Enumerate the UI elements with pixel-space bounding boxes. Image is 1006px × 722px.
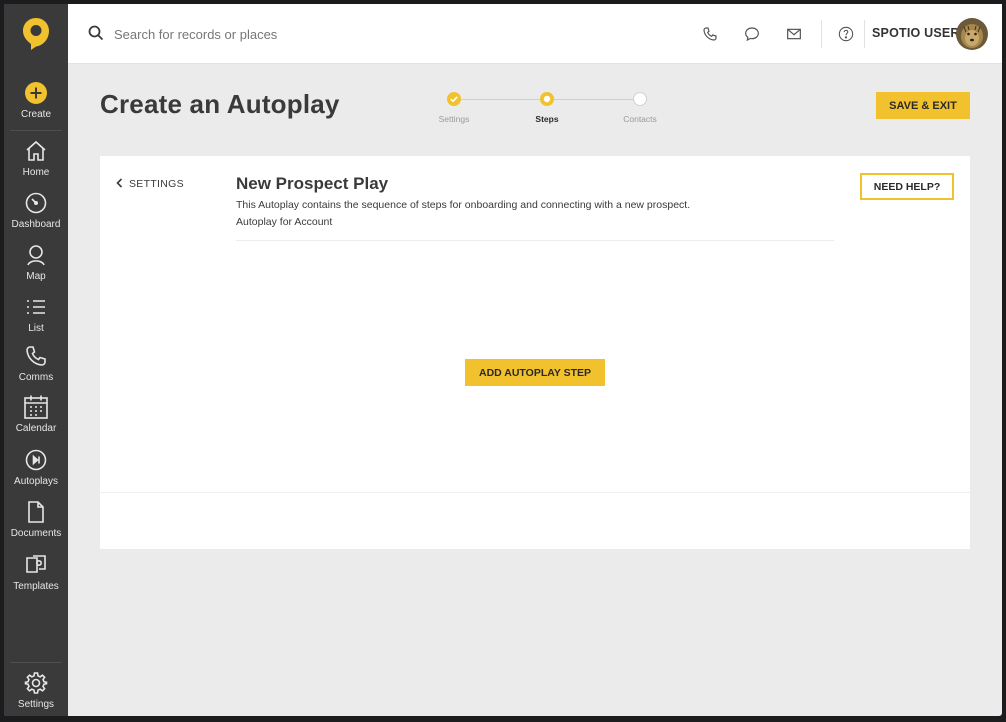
calendar-icon	[23, 394, 49, 420]
autoplay-title: New Prospect Play	[236, 174, 389, 193]
step-complete-check-icon[interactable]	[447, 92, 461, 106]
document-icon	[23, 499, 49, 525]
sidebar-item-settings[interactable]: Settings	[4, 670, 68, 710]
app-window: Create Home Dashboard Map List Comms Cal…	[4, 4, 1002, 716]
sidebar-item-label: Create	[20, 109, 51, 120]
sidebar-divider	[10, 130, 62, 131]
autoplay-card: SETTINGS New Prospect Play This Autoplay…	[100, 156, 970, 549]
autoplay-description: This Autoplay contains the sequence of s…	[236, 199, 691, 211]
page-title: Create an Autoplay	[100, 89, 340, 119]
sidebar-item-autoplays[interactable]: Autoplays	[4, 447, 68, 487]
card-footer-divider	[100, 492, 970, 493]
sidebar-item-label: Settings	[17, 699, 55, 710]
back-to-settings-link[interactable]: SETTINGS	[116, 175, 184, 193]
sidebar: Create Home Dashboard Map List Comms Cal…	[4, 4, 68, 716]
play-skip-icon	[23, 447, 49, 473]
sidebar-item-label: Calendar	[15, 423, 57, 434]
sidebar-item-label: Documents	[10, 528, 62, 539]
sidebar-item-home[interactable]: Home	[4, 138, 68, 178]
phone-icon[interactable]	[700, 24, 720, 44]
sidebar-item-label: List	[28, 323, 44, 334]
speedometer-icon	[23, 190, 49, 216]
stepper-connector	[554, 99, 634, 100]
templates-icon	[23, 552, 49, 578]
sidebar-item-label: Templates	[13, 581, 59, 592]
step-label-steps: Steps	[535, 114, 559, 124]
autoplay-type: Autoplay for Account	[236, 216, 333, 228]
sidebar-item-comms[interactable]: Comms	[4, 343, 68, 383]
sidebar-item-calendar[interactable]: Calendar	[4, 394, 68, 434]
step-active-dot[interactable]	[540, 92, 554, 106]
stepper-connector	[460, 99, 540, 100]
chat-bubble-icon[interactable]	[742, 24, 762, 44]
divider	[236, 240, 834, 241]
home-icon	[23, 138, 49, 164]
save-and-exit-button[interactable]: SAVE & EXIT	[876, 92, 970, 119]
header-divider	[821, 20, 822, 48]
chevron-left-icon	[116, 175, 123, 193]
user-name[interactable]: SPOTIO USER	[872, 26, 960, 40]
sidebar-item-label: Map	[26, 271, 46, 282]
need-help-button[interactable]: NEED HELP?	[860, 173, 954, 200]
top-header: SPOTIO USER	[68, 4, 1002, 64]
spotio-logo[interactable]	[4, 4, 68, 64]
help-circle-icon[interactable]	[836, 24, 856, 44]
step-label-settings: Settings	[438, 114, 470, 124]
gear-icon	[23, 670, 49, 696]
avatar[interactable]	[956, 18, 988, 50]
sidebar-item-list[interactable]: List	[4, 294, 68, 334]
header-divider	[864, 20, 865, 48]
add-autoplay-step-button[interactable]: ADD AUTOPLAY STEP	[465, 359, 605, 386]
sidebar-item-map[interactable]: Map	[4, 242, 68, 282]
map-pin-icon	[23, 242, 49, 268]
sidebar-item-templates[interactable]: Templates	[4, 552, 68, 592]
sidebar-item-dashboard[interactable]: Dashboard	[4, 190, 68, 230]
sidebar-item-label: Autoplays	[14, 476, 58, 487]
sidebar-item-label: Home	[22, 167, 50, 178]
mail-icon[interactable]	[784, 24, 804, 44]
phone-icon	[23, 343, 49, 369]
sidebar-divider	[10, 662, 62, 663]
search-icon[interactable]	[88, 25, 104, 46]
plus-circle-icon	[23, 80, 49, 106]
sidebar-item-documents[interactable]: Documents	[4, 499, 68, 539]
sidebar-item-label: Dashboard	[11, 219, 61, 230]
progress-stepper: Settings Steps Contacts	[424, 92, 674, 126]
sidebar-item-label: Comms	[18, 372, 54, 383]
step-label-contacts: Contacts	[623, 114, 657, 124]
sidebar-item-create[interactable]: Create	[4, 80, 68, 120]
list-icon	[23, 294, 49, 320]
step-pending-dot[interactable]	[633, 92, 647, 106]
search-input[interactable]	[114, 20, 514, 48]
back-link-label: SETTINGS	[129, 178, 184, 190]
